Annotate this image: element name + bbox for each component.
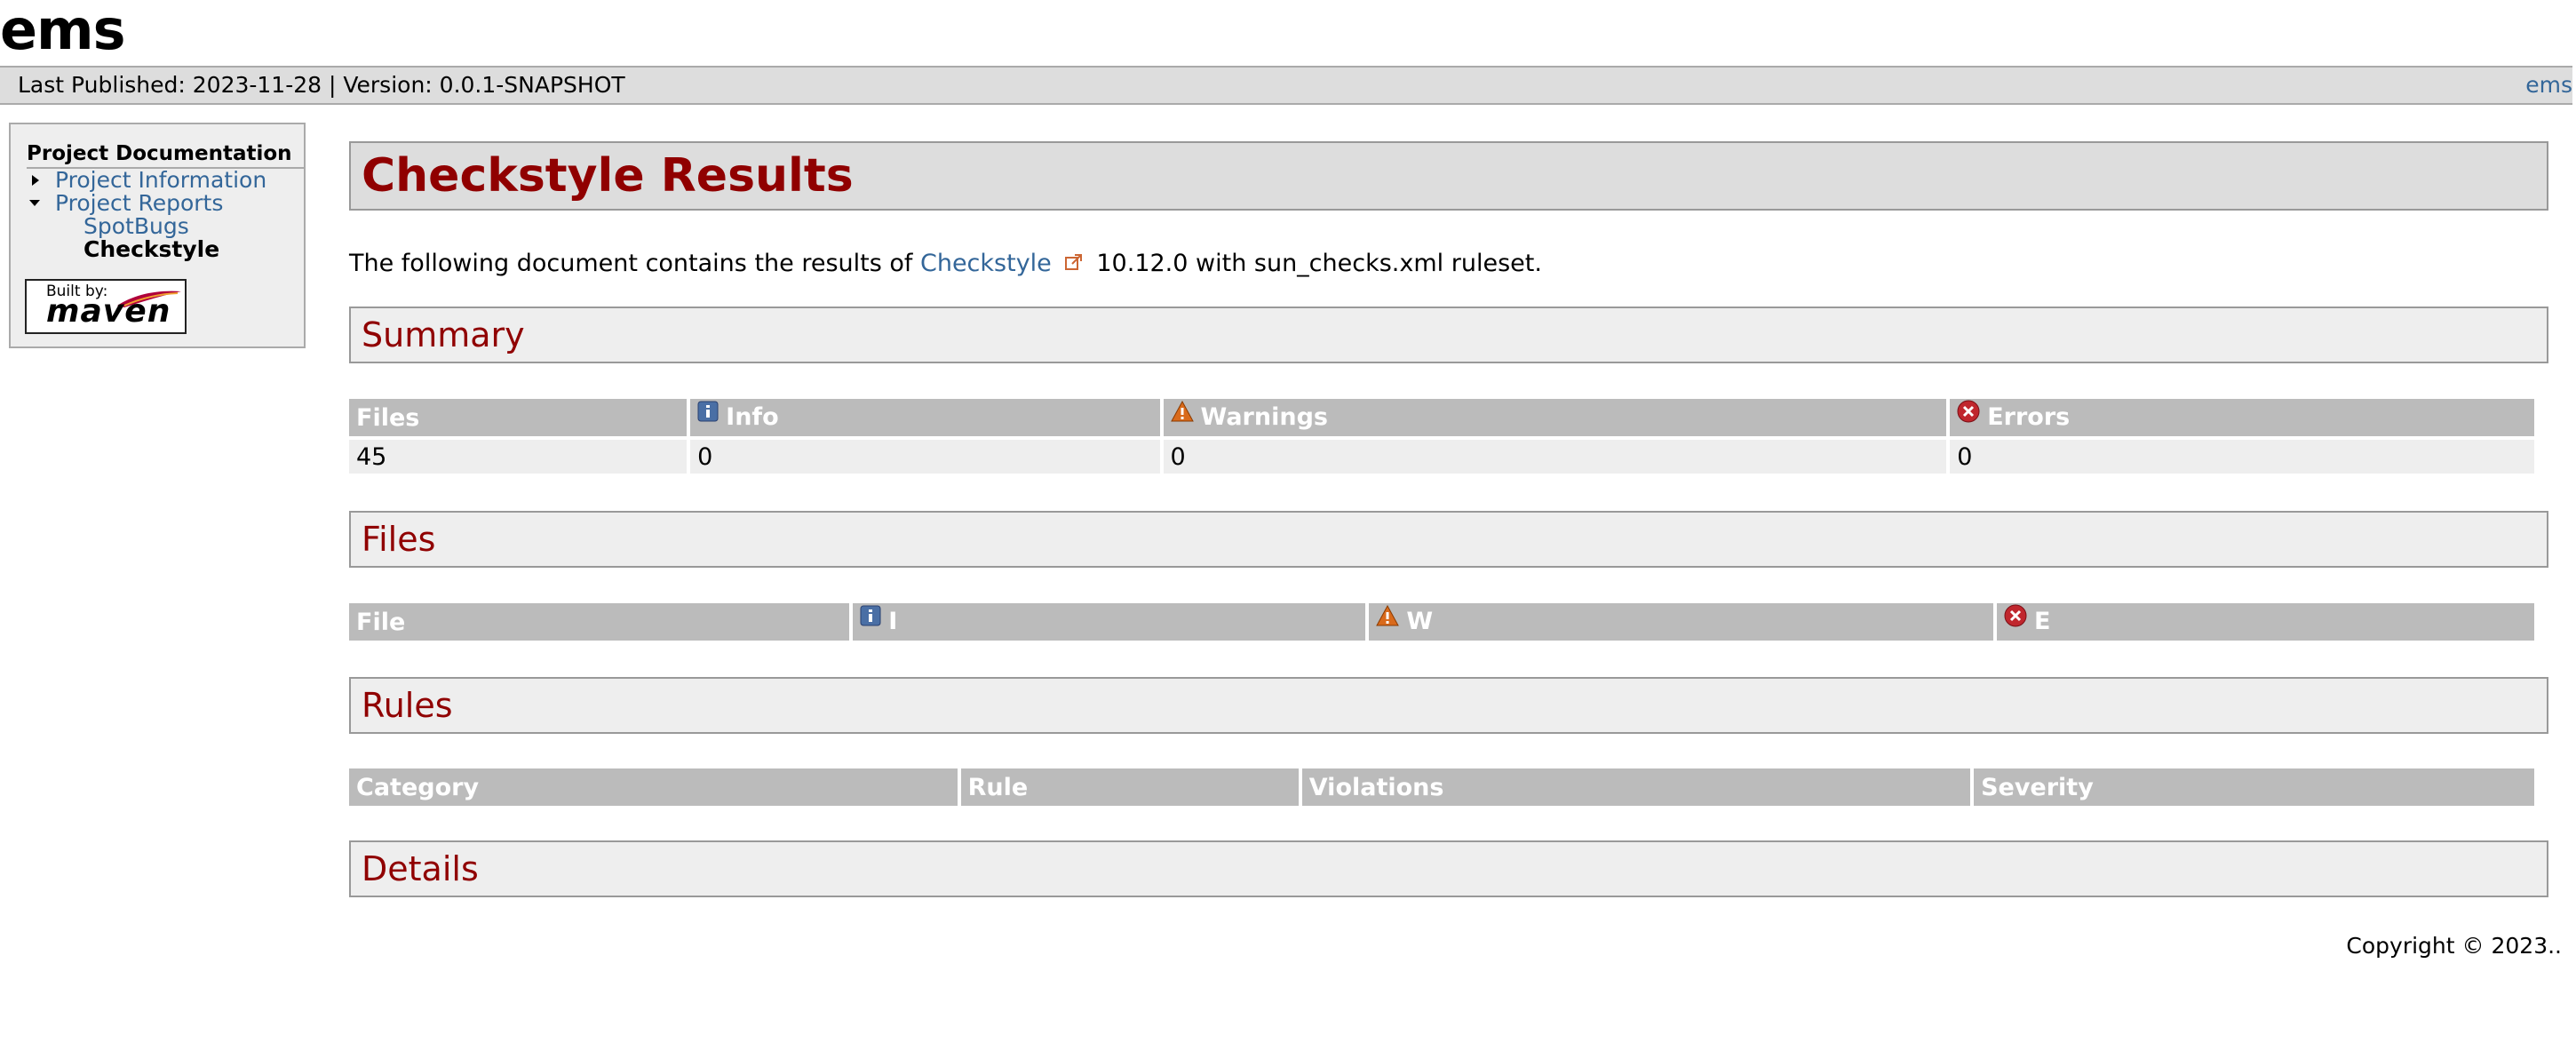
warnings-count: 0: [1163, 440, 1947, 474]
warning-icon: [1170, 400, 1194, 428]
files-count: 45: [349, 440, 688, 474]
rules-table: Category Rule Violations Severity: [346, 765, 2538, 809]
intro-paragraph: The following document contains the resu…: [349, 246, 1542, 283]
breadcrumb-ems-link[interactable]: ems: [2525, 68, 2572, 103]
nav-heading: Project Documentation: [27, 140, 304, 169]
warning-icon: [1376, 604, 1400, 633]
column-header-w: W: [1369, 603, 1993, 641]
checkstyle-link[interactable]: Checkstyle: [920, 250, 1052, 277]
errors-count: 0: [1950, 440, 2534, 474]
details-heading: Details: [362, 849, 479, 888]
sidebar-item-project-information[interactable]: Project Information: [32, 167, 266, 193]
rules-section-header: Rules: [349, 677, 2548, 734]
column-header-severity: Severity: [1974, 768, 2534, 806]
files-table: File I W E: [346, 600, 2538, 644]
column-header-info: Info: [690, 399, 1160, 436]
maven-text: maven: [46, 293, 171, 330]
page-title: Checkstyle Results: [362, 149, 854, 203]
expanded-arrow-icon: [27, 191, 44, 216]
info-icon: [697, 401, 719, 428]
intro-text-after: 10.12.0 with sun_checks.xml ruleset.: [1088, 250, 1542, 277]
info-count: 0: [690, 440, 1160, 474]
sidebar-item-label[interactable]: Project Reports: [55, 190, 223, 216]
page-title-box: Checkstyle Results: [349, 141, 2548, 211]
sidebar: Project Documentation Project Informatio…: [9, 123, 306, 348]
table-header-row: Files Info Warnings Errors: [349, 399, 2534, 436]
column-header-rule: Rule: [960, 768, 1299, 806]
summary-heading: Summary: [362, 315, 525, 354]
details-section-header: Details: [349, 840, 2548, 897]
copyright-footer: Copyright © 2023..: [2346, 933, 2562, 959]
files-section-header: Files: [349, 511, 2548, 568]
intro-text-before: The following document contains the resu…: [349, 250, 920, 277]
column-header-i: I: [853, 603, 1366, 641]
sidebar-item-label[interactable]: Project Information: [55, 167, 266, 193]
column-header-violations: Violations: [1301, 768, 1971, 806]
collapsed-arrow-icon: [27, 168, 44, 193]
summary-table: Files Info Warnings Errors 45 0 0 0: [346, 395, 2538, 477]
column-header-file: File: [349, 603, 850, 641]
external-link-icon[interactable]: [1064, 247, 1084, 283]
table-header-row: Category Rule Violations Severity: [349, 768, 2534, 806]
built-by-maven-logo[interactable]: Built by: maven: [25, 279, 187, 334]
table-header-row: File I W E: [349, 603, 2534, 641]
project-title: ems: [0, 0, 126, 62]
column-header-errors: Errors: [1950, 399, 2534, 436]
publish-info: Last Published: 2023-11-28 | Version: 0.…: [18, 72, 625, 98]
summary-section-header: Summary: [349, 307, 2548, 363]
files-heading: Files: [362, 520, 436, 559]
banner: ems: [0, 0, 2576, 66]
error-icon: [1957, 400, 1980, 429]
error-icon: [2004, 604, 2027, 633]
sidebar-item-label: Checkstyle: [83, 236, 220, 262]
column-header-files: Files: [349, 399, 688, 436]
info-icon: [860, 605, 881, 633]
rules-heading: Rules: [362, 686, 453, 725]
sidebar-item-project-reports[interactable]: Project Reports: [29, 190, 223, 216]
column-header-warnings: Warnings: [1163, 399, 1947, 436]
sidebar-item-label[interactable]: SpotBugs: [83, 213, 189, 239]
sidebar-item-checkstyle: Checkstyle: [83, 237, 219, 262]
breadcrumb: Last Published: 2023-11-28 | Version: 0.…: [0, 66, 2572, 105]
sidebar-item-spotbugs[interactable]: SpotBugs: [83, 214, 189, 239]
table-row: 45 0 0 0: [349, 440, 2534, 474]
column-header-e: E: [1996, 603, 2534, 641]
column-header-category: Category: [349, 768, 958, 806]
